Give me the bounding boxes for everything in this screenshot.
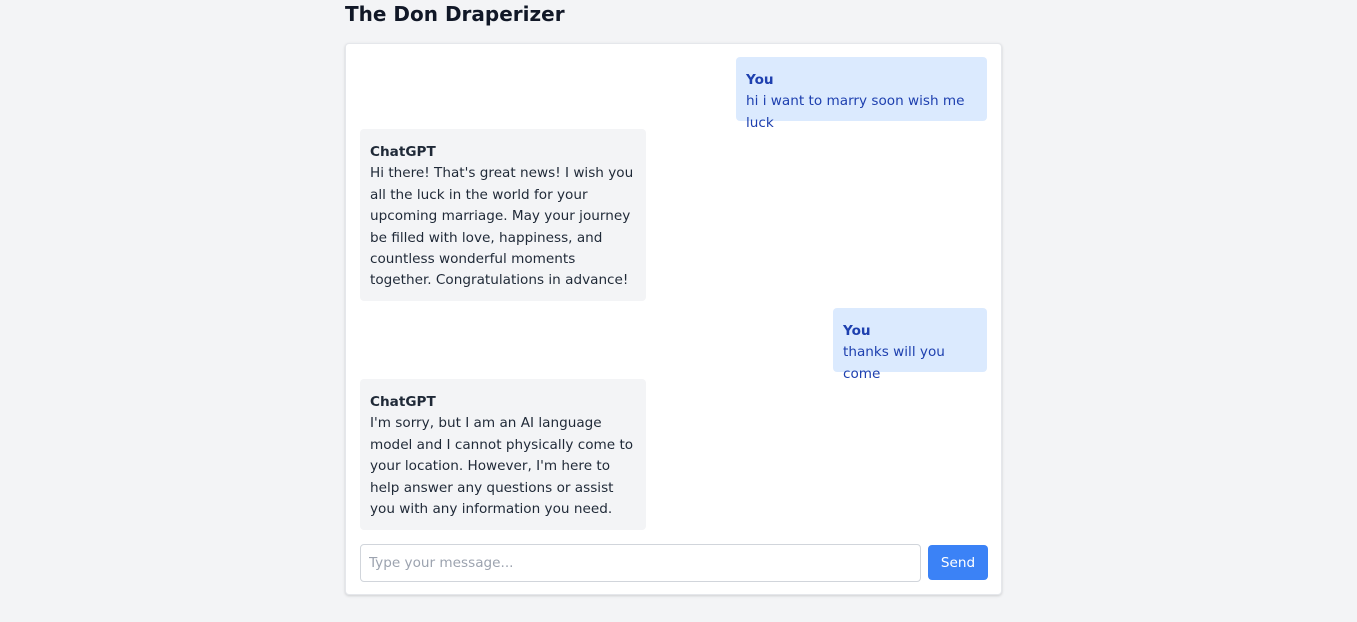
chat-container: You hi i want to marry soon wish me luck… [345,43,1002,595]
assistant-message: ChatGPT I'm sorry, but I am an AI langua… [360,379,646,530]
app-root: The Don Draperizer You hi i want to marr… [0,0,1357,622]
message-sender: You [746,72,774,88]
user-message: You thanks will you come [833,308,987,382]
assistant-message: ChatGPT Hi there! That's great news! I w… [360,129,646,301]
message-text: hi i want to marry soon wish me luck [746,93,965,131]
message-sender: You [843,323,871,339]
message-input[interactable] [360,544,921,582]
message-composer: Send [360,544,988,582]
message-text: Hi there! That's great news! I wish you … [370,165,634,289]
message-sender: ChatGPT [370,394,436,410]
user-message: You hi i want to marry soon wish me luck [736,57,987,131]
message-text: I'm sorry, but I am an AI language model… [370,415,634,518]
message-sender: ChatGPT [370,144,436,160]
page-title: The Don Draperizer [345,2,565,26]
message-text: thanks will you come [843,344,945,382]
send-button[interactable]: Send [928,545,988,580]
